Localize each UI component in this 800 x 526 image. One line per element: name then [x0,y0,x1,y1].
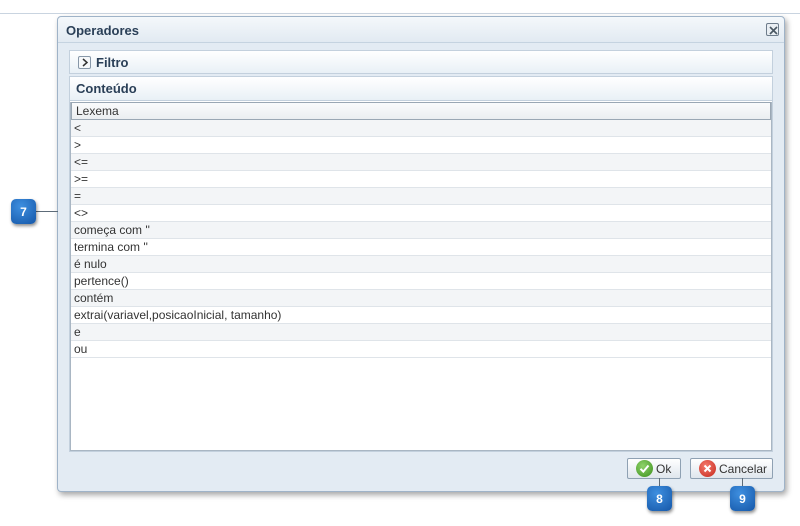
table-row[interactable]: = [71,188,771,205]
table-row[interactable]: e [71,324,771,341]
table-row[interactable]: extrai(variavel,posicaoInicial, tamanho) [71,307,771,324]
callout-7: 7 [11,199,36,224]
table-row[interactable]: <= [71,154,771,171]
table-row[interactable]: começa com '' [71,222,771,239]
table-row[interactable]: >= [71,171,771,188]
content-area: Lexema < > <= >= = <> começa com '' term… [69,100,773,452]
table-row[interactable]: < [71,120,771,137]
table-row[interactable]: pertence() [71,273,771,290]
cancel-button-label: Cancelar [719,461,768,476]
operadores-dialog: Operadores Filtro Conteúdo Lexema < > <=… [57,16,785,492]
table-header-lexema[interactable]: Lexema [71,102,771,120]
lexema-table: Lexema < > <= >= = <> começa com '' term… [70,102,772,451]
table-row[interactable]: termina com '' [71,239,771,256]
ok-button-label: Ok [656,461,672,476]
table-row[interactable]: ou [71,341,771,358]
check-icon [636,460,653,477]
content-panel-title: Conteúdo [76,81,137,96]
callout-8-connector [659,478,660,486]
table-row[interactable]: contém [71,290,771,307]
filter-panel-title: Filtro [96,55,129,70]
callout-8: 8 [647,486,672,511]
ok-button[interactable]: Ok [627,458,681,479]
filter-panel-header[interactable]: Filtro [69,50,773,74]
dialog-title: Operadores [66,23,139,38]
close-icon[interactable] [766,23,779,36]
callout-9-connector [742,478,743,486]
chevron-right-icon[interactable] [78,56,91,69]
cancel-button[interactable]: Cancelar [690,458,773,479]
table-row[interactable]: <> [71,205,771,222]
callout-7-connector [36,211,58,212]
x-icon [699,460,716,477]
content-panel-header: Conteúdo [69,76,773,100]
table-row[interactable]: é nulo [71,256,771,273]
dialog-titlebar: Operadores [58,17,784,43]
background-divider [0,13,800,14]
table-body: < > <= >= = <> começa com '' termina com… [71,120,771,358]
table-row[interactable]: > [71,137,771,154]
callout-9: 9 [730,486,755,511]
